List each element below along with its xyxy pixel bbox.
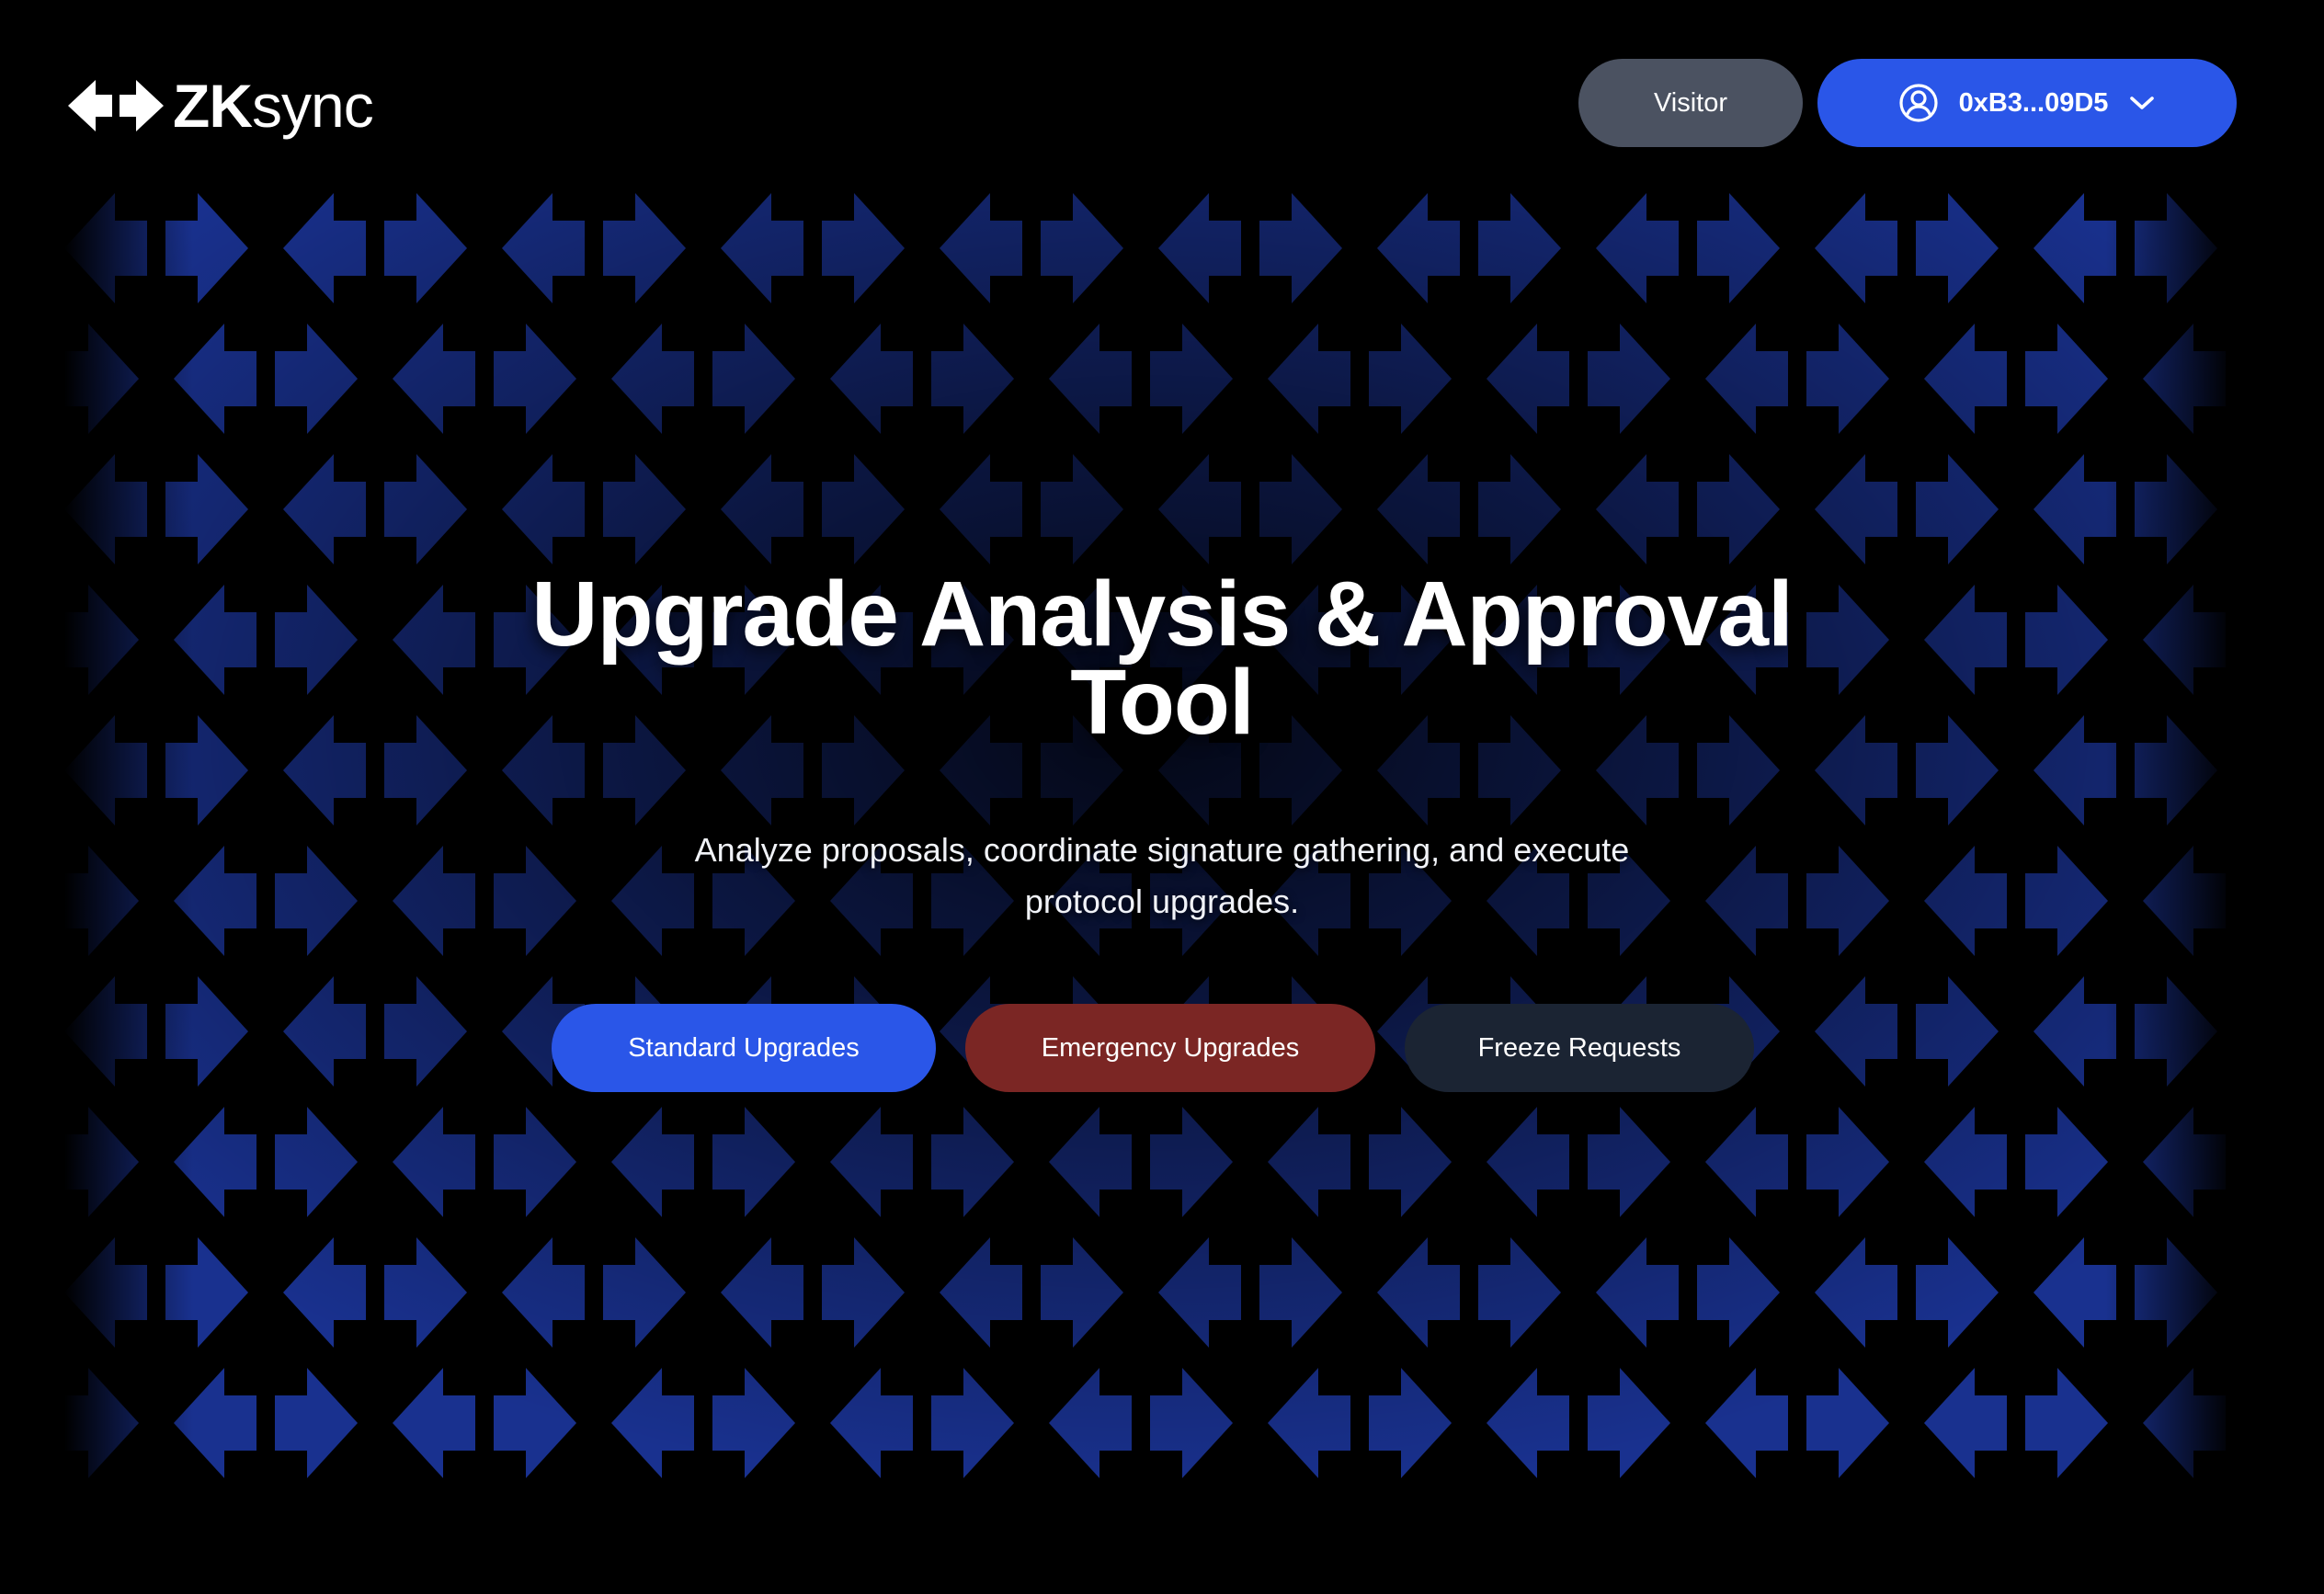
freeze-requests-label: Freeze Requests [1477,1032,1681,1063]
chevron-down-icon [2130,97,2155,109]
user-circle-icon [1898,84,1938,122]
logo-zk-text: ZK [173,72,253,140]
visitor-label: Visitor [1653,87,1728,118]
page-title: Upgrade Analysis & Approval Tool [531,563,1794,754]
logo-wordmark: ZK sync [173,72,374,140]
hero-section: Upgrade Analysis & Approval Tool Analyze… [0,563,2324,928]
account-address: 0xB3...09D5 [1958,87,2109,118]
zksync-logo[interactable]: ZK sync [68,72,374,140]
emergency-upgrades-label: Emergency Upgrades [1041,1032,1300,1063]
emergency-upgrades-button[interactable]: Emergency Upgrades [965,1004,1375,1092]
page-subtitle: Analyze proposals, coordinate signature … [694,831,1630,920]
freeze-requests-button[interactable]: Freeze Requests [1405,1004,1754,1092]
action-buttons: Standard Upgrades Emergency Upgrades Fre… [0,1004,2324,1092]
top-bar: ZK sync Visitor 0xB3...09D5 [0,0,2324,211]
standard-upgrades-label: Standard Upgrades [628,1032,860,1063]
logo-sync-text: sync [251,72,374,140]
zksync-arrows-logo-icon [68,80,164,131]
standard-upgrades-button[interactable]: Standard Upgrades [552,1004,936,1092]
visitor-button[interactable]: Visitor [1578,59,1803,147]
account-dropdown-button[interactable]: 0xB3...09D5 [1817,59,2237,147]
